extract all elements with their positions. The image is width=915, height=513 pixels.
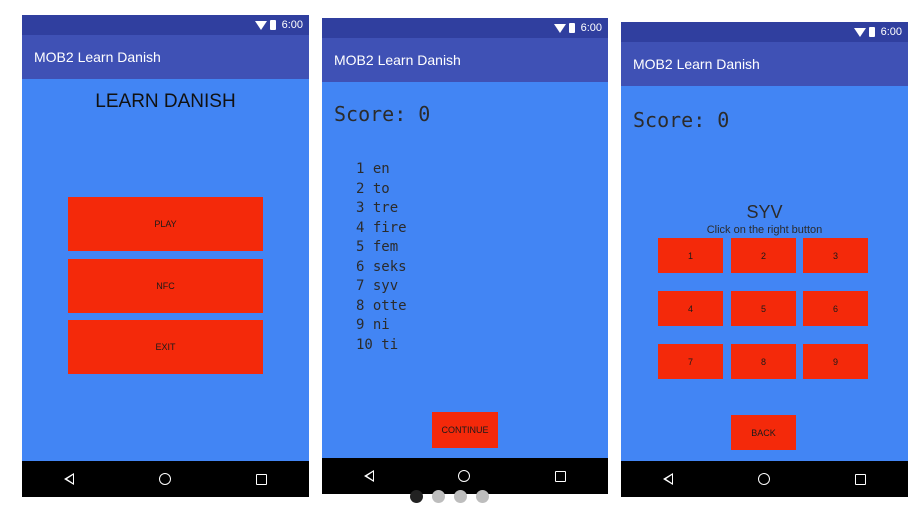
- status-bar: 6:00: [322, 18, 608, 38]
- wifi-icon: [853, 27, 866, 37]
- learn-danish-heading: LEARN DANISH: [95, 91, 236, 112]
- battery-icon: [269, 20, 276, 30]
- pager-dot[interactable]: [410, 490, 423, 503]
- nav-recent-icon[interactable]: [554, 470, 566, 482]
- nav-home-icon[interactable]: [458, 470, 471, 482]
- nav-bar: [621, 461, 908, 497]
- carousel-pager: [410, 490, 489, 503]
- app-title: MOB2 Learn Danish: [34, 49, 161, 65]
- quiz-screen: 6:00 MOB2 Learn Danish Score: 0 SYV Clic…: [621, 22, 908, 497]
- main-menu-screen: 6:00 MOB2 Learn Danish LEARN DANISH PLAY…: [22, 15, 309, 497]
- list-item: 1 en: [356, 161, 390, 177]
- app-title: MOB2 Learn Danish: [633, 56, 760, 72]
- exit-button[interactable]: EXIT: [68, 320, 263, 374]
- wifi-icon: [254, 20, 267, 30]
- app-title: MOB2 Learn Danish: [334, 52, 461, 68]
- nav-back-icon[interactable]: [364, 470, 375, 482]
- list-item: 4 fire: [356, 219, 407, 236]
- battery-icon: [868, 27, 875, 37]
- pager-dot[interactable]: [454, 490, 467, 503]
- answer-button-4[interactable]: 4: [658, 291, 723, 326]
- list-item: 3 tre: [356, 200, 399, 216]
- answer-button-8[interactable]: 8: [731, 344, 796, 379]
- quiz-instruction: Click on the right button: [706, 224, 823, 236]
- quiz-content: Score: 0 SYV Click on the right button 1…: [621, 86, 908, 461]
- nav-recent-icon[interactable]: [255, 473, 267, 485]
- nav-recent-icon[interactable]: [854, 473, 866, 485]
- answer-button-3[interactable]: 3: [803, 238, 868, 273]
- number-list: 1 en 2 to 3 tre 4 fire 5 fem 6 seks 7 sy…: [356, 160, 407, 355]
- pager-dot[interactable]: [432, 490, 445, 503]
- list-item: 2 to: [356, 180, 390, 197]
- list-item: 7 syv: [356, 278, 399, 294]
- wifi-icon: [553, 23, 566, 33]
- main-menu-content: LEARN DANISH PLAY NFC EXIT: [22, 79, 309, 461]
- list-item: 8 otte: [356, 297, 407, 314]
- list-item: 9 ni: [356, 317, 390, 333]
- answer-button-5[interactable]: 5: [731, 291, 796, 326]
- app-bar: MOB2 Learn Danish: [322, 38, 608, 82]
- back-button[interactable]: BACK: [731, 415, 796, 450]
- answer-button-1[interactable]: 1: [658, 238, 723, 273]
- battery-icon: [568, 23, 575, 33]
- answer-button-9[interactable]: 9: [803, 344, 868, 379]
- status-bar: 6:00: [22, 15, 309, 35]
- nav-bar: [322, 458, 608, 494]
- nfc-button[interactable]: NFC: [68, 259, 263, 313]
- status-bar: 6:00: [621, 22, 908, 42]
- nav-back-icon[interactable]: [663, 473, 674, 485]
- quiz-word: SYV: [746, 202, 783, 222]
- status-time: 6:00: [580, 22, 602, 34]
- nav-home-icon[interactable]: [757, 473, 770, 485]
- list-item: 10 ti: [356, 336, 399, 353]
- list-item: 5 fem: [356, 239, 399, 255]
- list-item: 6 seks: [356, 258, 407, 275]
- nav-bar: [22, 461, 309, 497]
- nav-back-icon[interactable]: [64, 473, 75, 485]
- pager-dot[interactable]: [476, 490, 489, 503]
- answer-button-6[interactable]: 6: [803, 291, 868, 326]
- score-text: Score: 0: [633, 108, 730, 132]
- nav-home-icon[interactable]: [158, 473, 171, 485]
- status-time: 6:00: [281, 19, 303, 31]
- score-text: Score: 0: [334, 102, 431, 126]
- app-bar: MOB2 Learn Danish: [621, 42, 908, 86]
- number-list-content: Score: 0 1 en 2 to 3 tre 4 fire 5 fem 6 …: [322, 82, 608, 458]
- continue-button[interactable]: CONTINUE: [432, 412, 498, 448]
- answer-button-7[interactable]: 7: [658, 344, 723, 379]
- number-list-screen: 6:00 MOB2 Learn Danish Score: 0 1 en 2 t…: [322, 18, 608, 494]
- answer-button-2[interactable]: 2: [731, 238, 796, 273]
- play-button[interactable]: PLAY: [68, 197, 263, 251]
- app-bar: MOB2 Learn Danish: [22, 35, 309, 79]
- status-time: 6:00: [880, 26, 902, 38]
